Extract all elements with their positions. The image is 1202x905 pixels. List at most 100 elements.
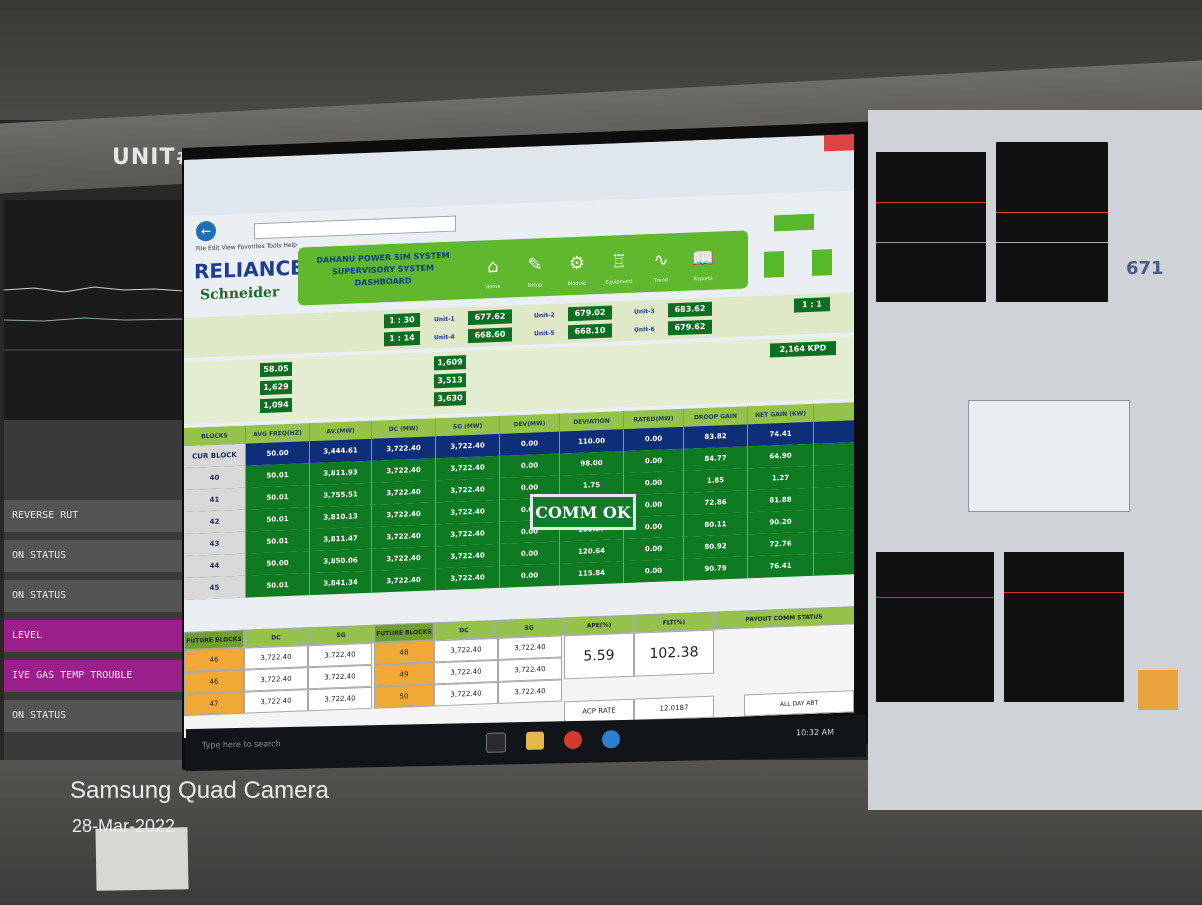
generation-value: 1,609 bbox=[434, 355, 466, 371]
edge-icon[interactable] bbox=[602, 730, 620, 749]
unit-label: Unit-2 bbox=[534, 311, 555, 320]
schneider-logo: Schneider bbox=[200, 284, 280, 304]
table-cell: 3,444.61 bbox=[310, 438, 372, 464]
right-data-grid bbox=[968, 400, 1130, 512]
future-cell: 3,722.40 bbox=[308, 642, 372, 668]
table-cell: 3,722.40 bbox=[372, 524, 436, 549]
rate-cell: ALL DAY ABT bbox=[744, 690, 854, 717]
future-cell: 46 bbox=[184, 669, 244, 694]
table-cell: 72.76 bbox=[748, 531, 814, 557]
time-value: 1 : 30 bbox=[384, 312, 420, 329]
camera-watermark: Samsung Quad Camera bbox=[70, 777, 329, 804]
table-cell: 64.90 bbox=[748, 443, 814, 469]
table-cell: 3,722.40 bbox=[436, 433, 500, 459]
future-cell: 46 bbox=[184, 647, 244, 672]
table-cell: 3,722.40 bbox=[436, 543, 500, 569]
chrome-icon[interactable] bbox=[564, 730, 582, 750]
right-monitor: 671 bbox=[868, 110, 1202, 810]
table-cell: 1.27 bbox=[748, 465, 814, 491]
rate-cell: 12.0187 bbox=[634, 695, 714, 721]
generation-value: 1,094 bbox=[260, 397, 292, 414]
future-cell: 47 bbox=[184, 691, 244, 716]
future-cell: 49 bbox=[374, 662, 434, 687]
future-header: DC bbox=[434, 620, 494, 641]
address-bar[interactable] bbox=[254, 215, 456, 240]
table-cell: 110.00 bbox=[560, 429, 624, 454]
status-box-right bbox=[812, 249, 832, 276]
table-cell: 3,722.40 bbox=[372, 568, 436, 593]
block-table: BLOCKS AVG FREQ(HZ) AV.(MW) DC (MW) SG (MW) D… bbox=[184, 402, 854, 600]
reliance-logo: RELIANCE bbox=[194, 255, 304, 284]
table-cell: 3,722.40 bbox=[436, 565, 500, 591]
table-cell: 74.41 bbox=[748, 421, 814, 447]
table-cell: 72.86 bbox=[684, 490, 748, 515]
table-cell: 44 bbox=[184, 553, 246, 578]
unit-value: 679.62 bbox=[668, 319, 712, 336]
taskbar-search[interactable]: Type here to search bbox=[202, 736, 452, 759]
future-cell: 3,722.40 bbox=[244, 667, 308, 692]
rate-cell: 102.38 bbox=[634, 629, 714, 677]
right-trend-4 bbox=[1004, 552, 1124, 702]
nav-home-icon[interactable]: ⌂ bbox=[478, 256, 508, 283]
nav-setup-icon[interactable]: ✎ bbox=[520, 254, 550, 281]
future-cell: 3,722.40 bbox=[244, 645, 308, 670]
generation-value: 3,630 bbox=[434, 391, 466, 407]
table-cell: 3,722.40 bbox=[436, 521, 500, 547]
nav-label: Equipment bbox=[605, 278, 633, 286]
future-header: FUTURE BLOCKS bbox=[184, 629, 244, 650]
generation-value: 58.05 bbox=[260, 361, 292, 378]
nav-label: Reports bbox=[693, 275, 713, 283]
table-cell: 50.01 bbox=[246, 463, 310, 488]
table-cell: 3,850.06 bbox=[310, 548, 372, 574]
table-cell: 83.82 bbox=[684, 424, 748, 449]
table-cell: 3,722.40 bbox=[372, 546, 436, 571]
right-trend-2 bbox=[996, 142, 1108, 302]
unit-value: 677.62 bbox=[468, 309, 512, 326]
generation-value: 3,513 bbox=[434, 373, 466, 389]
nav-label: Home bbox=[485, 283, 501, 291]
alarm-row: LEVEL bbox=[4, 620, 184, 652]
alarm-row: ON STATUS bbox=[4, 580, 184, 612]
nav-trend-icon[interactable]: ∿ bbox=[646, 249, 676, 276]
table-cell: 0.00 bbox=[500, 563, 560, 588]
unit-value: 668.10 bbox=[568, 323, 612, 340]
nav-equipment-icon[interactable]: ♖ bbox=[604, 251, 634, 278]
nav-label: Trend bbox=[654, 277, 668, 284]
nav-reports-icon[interactable]: 📖 bbox=[688, 247, 718, 274]
unit-value: 683.62 bbox=[668, 301, 712, 318]
table-cell: 0.00 bbox=[624, 426, 684, 452]
close-button[interactable] bbox=[824, 134, 854, 152]
alarm-row: REVERSE RUT bbox=[4, 500, 184, 532]
table-cell: 90.79 bbox=[684, 556, 748, 581]
left-trend-chart bbox=[3, 286, 185, 351]
unit-label: Unit-1 bbox=[434, 315, 455, 324]
task-view-icon[interactable] bbox=[486, 732, 506, 753]
future-cell: 50 bbox=[374, 684, 434, 709]
future-header: PAYOUT COMM STATUS bbox=[714, 606, 854, 630]
right-trend-3 bbox=[876, 552, 994, 702]
right-status-icon bbox=[1138, 670, 1178, 710]
table-cell: 80.92 bbox=[684, 534, 748, 559]
dashboard-banner: DAHANU POWER SIM SYSTEM SUPERVISORY SYST… bbox=[298, 230, 748, 306]
future-cell: 3,722.40 bbox=[498, 635, 562, 660]
comm-status-button[interactable]: COMM OK bbox=[530, 494, 636, 530]
table-cell: 120.64 bbox=[560, 539, 624, 564]
back-arrow-icon[interactable]: ← bbox=[196, 220, 216, 242]
future-cell: 3,722.40 bbox=[308, 686, 372, 712]
nav-module-icon[interactable]: ⚙ bbox=[562, 252, 592, 279]
future-header: FUTURE BLOCKS bbox=[374, 622, 434, 643]
future-cell: 3,722.40 bbox=[244, 689, 308, 714]
table-cell: 50.01 bbox=[246, 507, 310, 532]
time-value: 1 : 1 bbox=[794, 297, 830, 313]
table-cell: 50.00 bbox=[246, 551, 310, 576]
column-header: BLOCKS bbox=[184, 425, 246, 446]
table-cell: 3,841.34 bbox=[310, 570, 372, 596]
table-cell: 81.88 bbox=[748, 487, 814, 513]
table-cell: 3,722.40 bbox=[436, 477, 500, 503]
table-cell: 50.01 bbox=[246, 485, 310, 510]
table-cell: 3,811.93 bbox=[310, 460, 372, 486]
file-explorer-icon[interactable] bbox=[526, 731, 544, 750]
column-header: RATED(MW) bbox=[624, 408, 684, 430]
table-cell: 3,755.51 bbox=[310, 482, 372, 508]
future-cell: 3,722.40 bbox=[434, 681, 498, 707]
